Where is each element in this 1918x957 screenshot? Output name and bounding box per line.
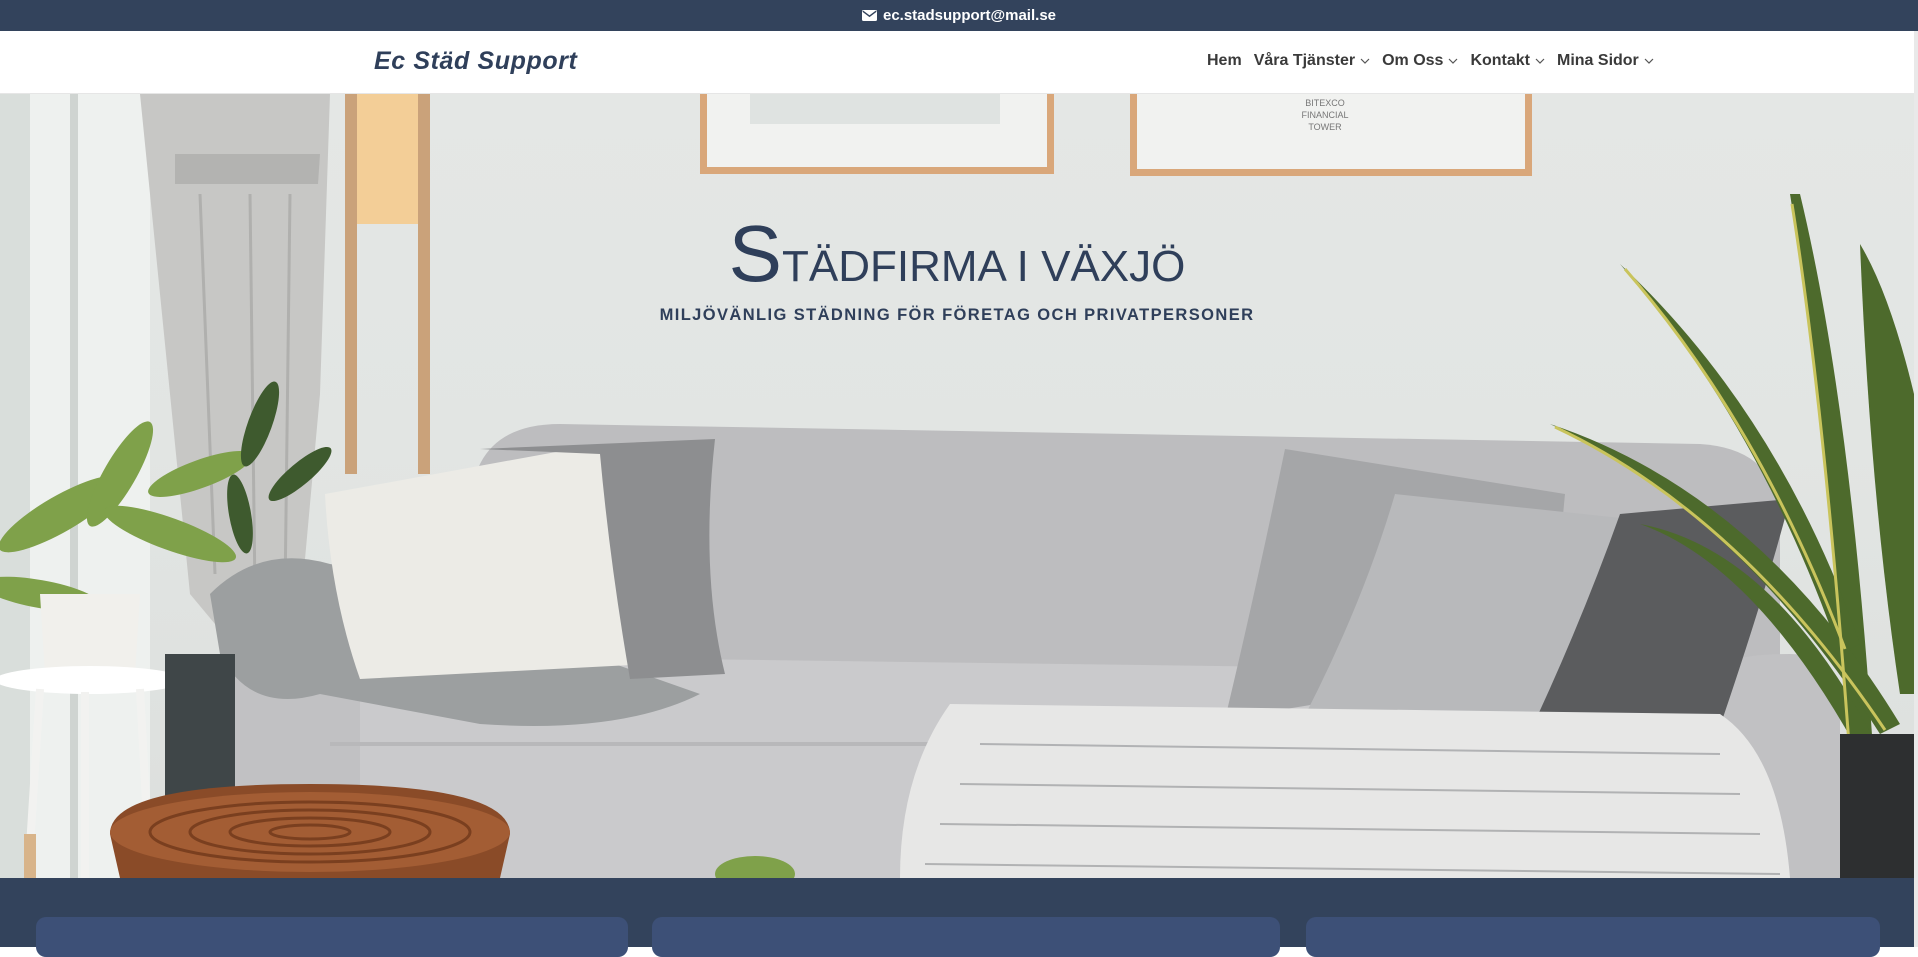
chevron-down-icon: [1360, 58, 1370, 64]
chevron-down-icon: [1449, 58, 1458, 64]
poster-text-line: FINANCIAL: [1301, 110, 1348, 120]
services-section: [0, 878, 1914, 957]
poster-text-line: BITEXCO: [1305, 98, 1345, 108]
chevron-down-icon: [1535, 58, 1545, 64]
nav-label: Våra Tjänster: [1253, 52, 1356, 69]
hero-subtitle: MILJÖVÄNLIG STÄDNING FÖR FÖRETAG OCH PRI…: [659, 306, 1255, 324]
service-card[interactable]: [652, 917, 1280, 957]
site-logo[interactable]: Ec Städ Support: [374, 47, 577, 76]
nav-label: Kontakt: [1470, 52, 1530, 69]
hero-section: BITEXCO FINANCIAL TOWER STÄDFIRMA I VÄXJ…: [0, 94, 1914, 878]
contact-email-link[interactable]: ec.stadsupport@mail.se: [883, 7, 1056, 24]
poster-text-line: TOWER: [1308, 122, 1342, 132]
hero-background-image: BITEXCO FINANCIAL TOWER: [0, 94, 1914, 878]
hero-title-initial: S: [728, 209, 782, 298]
nav-label: Mina Sidor: [1557, 52, 1639, 69]
main-nav: Hem Våra Tjänster Om Oss Kontakt Mina Si…: [1207, 52, 1666, 70]
hero-title-rest: TÄDFIRMA I VÄXJÖ: [781, 242, 1186, 291]
nav-item-vara-tjanster[interactable]: Våra Tjänster: [1254, 52, 1370, 70]
top-contact-bar: ec.stadsupport@mail.se: [0, 0, 1918, 31]
nav-label: Hem: [1207, 52, 1242, 69]
nav-item-hem[interactable]: Hem: [1207, 52, 1242, 70]
service-card[interactable]: [1306, 917, 1880, 957]
nav-item-mina-sidor[interactable]: Mina Sidor: [1557, 52, 1654, 70]
site-header: Ec Städ Support Hem Våra Tjänster Om Oss…: [0, 31, 1918, 94]
nav-item-om-oss[interactable]: Om Oss: [1382, 52, 1458, 70]
envelope-icon: [861, 10, 877, 21]
scrollbar[interactable]: [1914, 31, 1918, 947]
nav-label: Om Oss: [1382, 52, 1444, 69]
hero-title: STÄDFIRMA I VÄXJÖ: [0, 214, 1914, 294]
service-card[interactable]: [36, 917, 628, 957]
nav-item-kontakt[interactable]: Kontakt: [1470, 52, 1545, 70]
chevron-down-icon: [1644, 58, 1654, 64]
